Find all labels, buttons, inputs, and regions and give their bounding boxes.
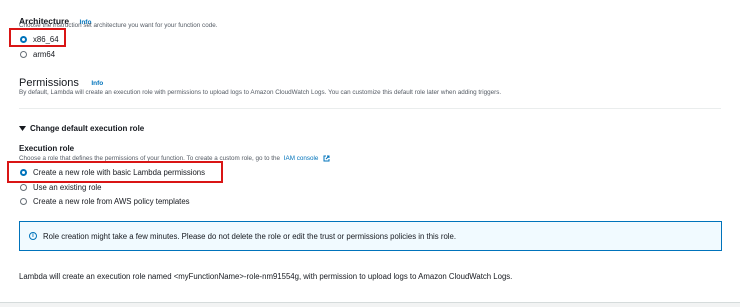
permissions-info-link[interactable]: Info	[91, 80, 103, 87]
change-execution-role-label: Change default execution role	[30, 124, 145, 133]
architecture-option-arm64[interactable]: arm64	[20, 48, 55, 60]
permissions-heading: Permissions	[19, 77, 79, 89]
external-link-icon[interactable]	[323, 155, 330, 162]
info-icon: i	[29, 232, 37, 240]
architecture-option-label: arm64	[33, 49, 56, 59]
role-option-label: Use an existing role	[33, 182, 102, 192]
execution-role-label: Execution role	[19, 144, 75, 153]
alert-text: Role creation might take a few minutes. …	[43, 231, 457, 241]
info-alert: i Role creation might take a few minutes…	[19, 221, 722, 251]
permissions-description: By default, Lambda will create an execut…	[19, 89, 502, 96]
change-execution-role-toggle[interactable]: Change default execution role	[19, 124, 144, 133]
radio-button[interactable]	[20, 50, 27, 58]
iam-console-link[interactable]: IAM console	[284, 155, 319, 162]
role-option-label: Create a new role from AWS policy templa…	[33, 196, 190, 206]
highlight-box-create-role	[7, 161, 223, 183]
radio-button[interactable]	[20, 197, 27, 205]
caret-down-icon	[19, 125, 26, 131]
role-name-summary: Lambda will create an execution role nam…	[19, 272, 513, 281]
highlight-box-x86	[9, 28, 66, 47]
section-divider	[19, 108, 721, 109]
role-option-policy-templates[interactable]: Create a new role from AWS policy templa…	[20, 195, 190, 207]
radio-button[interactable]	[20, 183, 27, 191]
function-config-panel: Architecture Info Choose the instruction…	[0, 0, 740, 303]
